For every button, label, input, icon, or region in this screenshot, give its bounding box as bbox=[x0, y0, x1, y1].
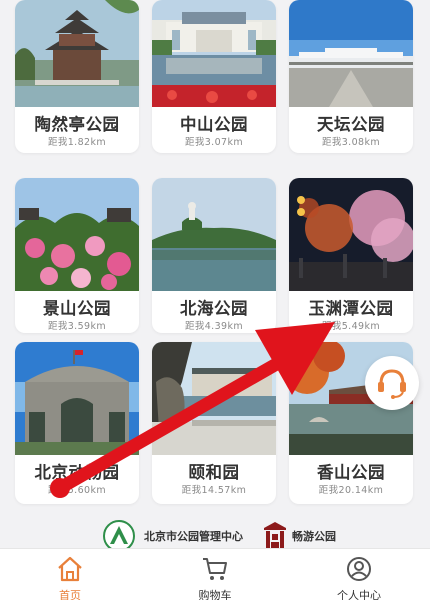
tab-profile[interactable]: 个人中心 bbox=[309, 549, 409, 600]
park-name: 颐和园 bbox=[188, 463, 240, 482]
cart-icon bbox=[203, 558, 227, 580]
park-name: 香山公园 bbox=[317, 463, 385, 482]
park-distance: 距我1.82km bbox=[47, 137, 107, 148]
park-photo-taoranting bbox=[15, 0, 139, 107]
park-distance: 距我5.60km bbox=[47, 485, 107, 496]
park-photo-tiantan bbox=[289, 0, 413, 107]
changyou-label: 畅游公园 bbox=[292, 530, 336, 543]
park-distance: 距我14.57km bbox=[181, 485, 247, 496]
park-name: 中山公园 bbox=[180, 115, 248, 134]
tab-home[interactable]: 首页 bbox=[20, 549, 120, 600]
tab-profile-label: 个人中心 bbox=[337, 589, 381, 600]
park-name: 陶然亭公园 bbox=[34, 115, 120, 134]
park-photo-zhongshan bbox=[152, 0, 276, 107]
park-card-jingshan[interactable]: 景山公园 距我3.59km bbox=[15, 178, 139, 333]
park-grid: 陶然亭公园 距我1.82km 中山公园 距我3.07km 天坛公园 距我3.08… bbox=[0, 0, 430, 504]
park-photo-yiheyuan bbox=[152, 342, 276, 455]
park-distance: 距我3.08km bbox=[321, 137, 381, 148]
park-distance: 距我4.39km bbox=[184, 321, 244, 332]
park-card-yuyuantan[interactable]: 玉渊潭公园 距我5.49km bbox=[289, 178, 413, 333]
park-name: 天坛公园 bbox=[317, 115, 385, 134]
park-distance: 距我5.49km bbox=[321, 321, 381, 332]
park-card-taoranting[interactable]: 陶然亭公园 距我1.82km bbox=[15, 0, 139, 153]
park-card-zoo[interactable]: 北京动物园 距我5.60km bbox=[15, 342, 139, 504]
changyou-logo-icon bbox=[264, 522, 286, 548]
park-photo-jingshan bbox=[15, 178, 139, 291]
home-icon bbox=[58, 556, 82, 582]
user-icon bbox=[347, 557, 371, 581]
park-distance: 距我3.07km bbox=[184, 137, 244, 148]
park-card-yiheyuan[interactable]: 颐和园 距我14.57km bbox=[152, 342, 276, 504]
park-photo-zoo bbox=[15, 342, 139, 455]
park-name: 北海公园 bbox=[180, 299, 248, 318]
park-distance: 距我20.14km bbox=[318, 485, 384, 496]
headset-icon bbox=[378, 369, 406, 399]
tab-cart-label: 购物车 bbox=[198, 589, 232, 600]
customer-service-button[interactable] bbox=[365, 356, 419, 410]
bottom-tab-bar: 首页 购物车 个人中心 bbox=[0, 548, 430, 600]
park-card-beihai[interactable]: 北海公园 距我4.39km bbox=[152, 178, 276, 333]
park-card-zhongshan[interactable]: 中山公园 距我3.07km bbox=[152, 0, 276, 153]
partner-footer: 北京市公园管理中心 畅游公园 bbox=[0, 518, 430, 552]
park-name: 景山公园 bbox=[43, 299, 111, 318]
park-name: 北京动物园 bbox=[34, 463, 120, 482]
park-distance: 距我3.59km bbox=[47, 321, 107, 332]
park-photo-beihai bbox=[152, 178, 276, 291]
tab-home-label: 首页 bbox=[59, 589, 81, 600]
park-center-label: 北京市公园管理中心 bbox=[144, 530, 243, 543]
tab-cart[interactable]: 购物车 bbox=[165, 549, 265, 600]
park-card-tiantan[interactable]: 天坛公园 距我3.08km bbox=[289, 0, 413, 153]
park-photo-yuyuantan bbox=[289, 178, 413, 291]
park-name: 玉渊潭公园 bbox=[308, 299, 394, 318]
